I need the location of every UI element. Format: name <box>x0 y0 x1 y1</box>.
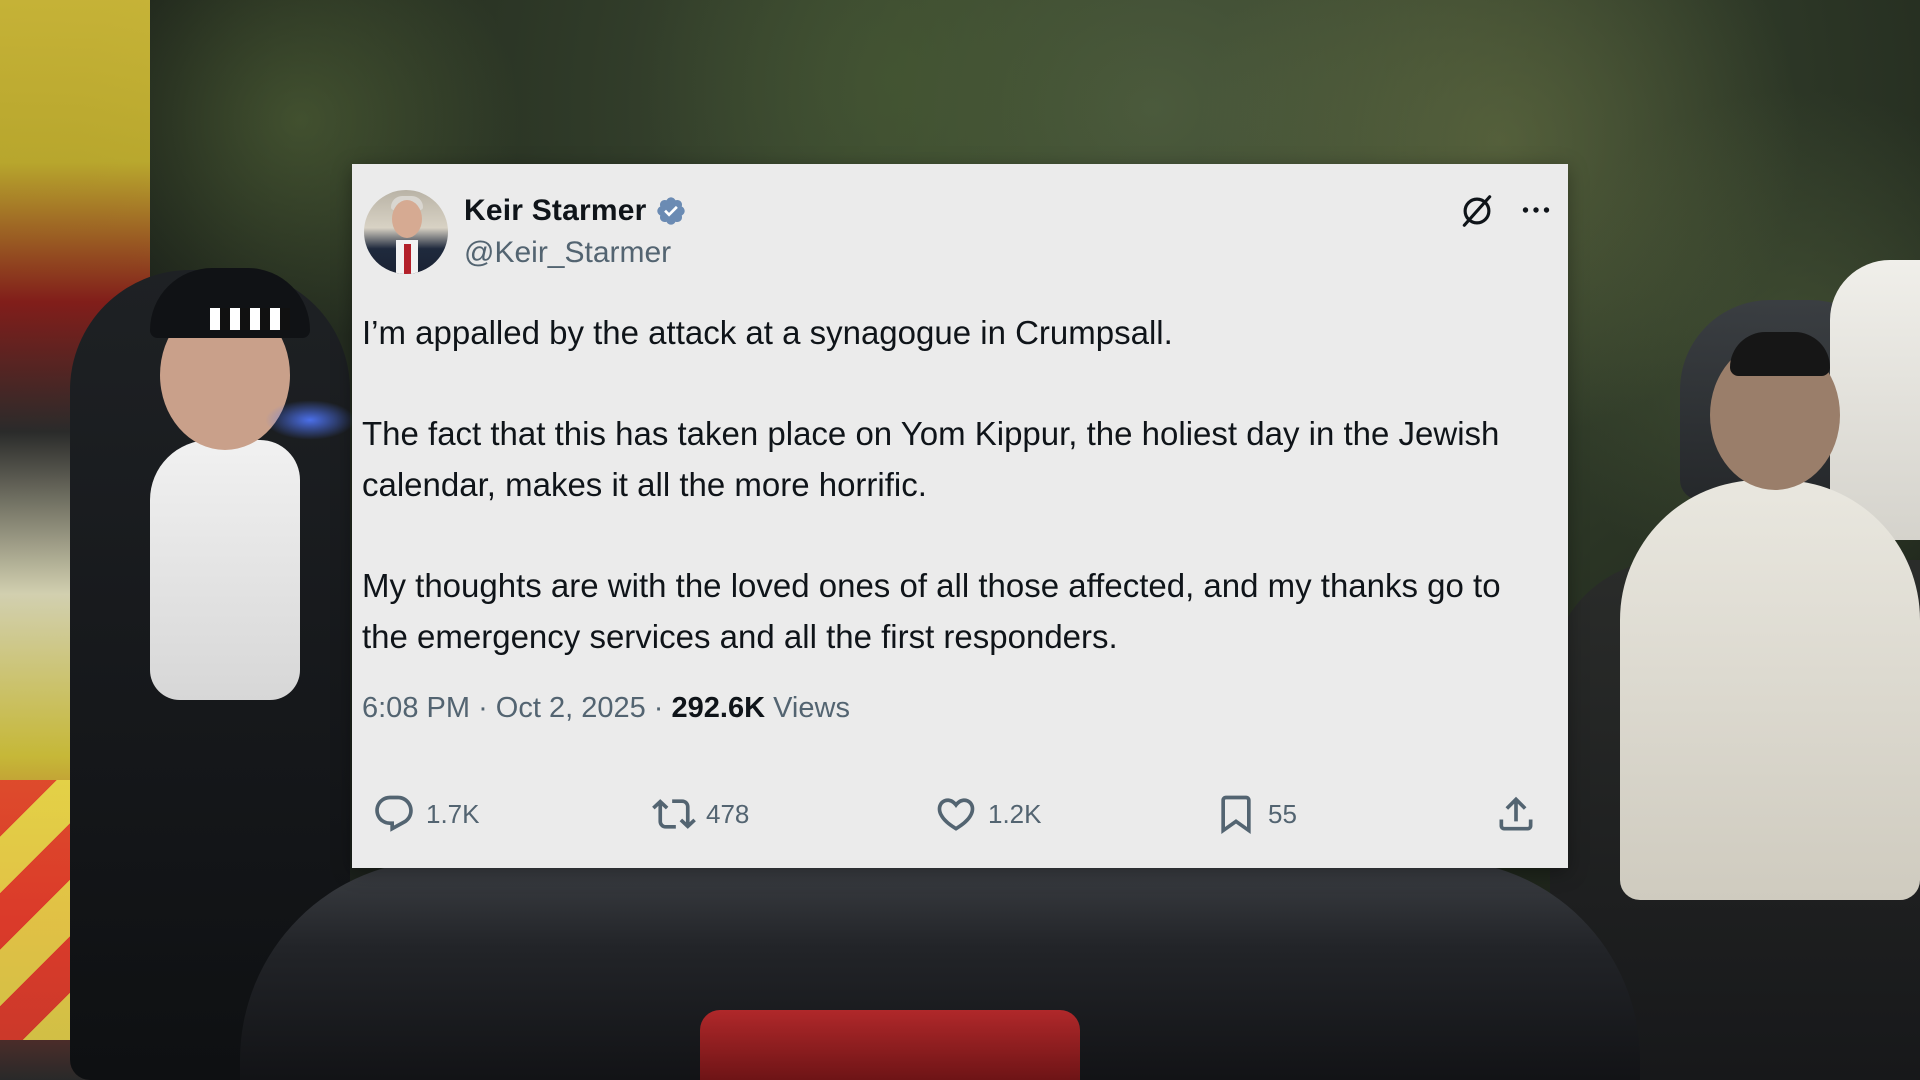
views-label: Views <box>773 692 850 724</box>
avatar-face <box>392 200 422 238</box>
grok-icon[interactable] <box>1458 192 1496 230</box>
tweet-meta: 6:08 PM · Oct 2, 2025 · 292.6K Views <box>362 692 850 725</box>
views-count: 292.6K <box>671 692 766 724</box>
tweet-text: I’m appalled by the attack at a synagogu… <box>362 307 1552 662</box>
background-car-taillight <box>700 1010 1080 1080</box>
background-officer-shirt <box>150 440 300 700</box>
reply-icon <box>375 795 413 832</box>
tweet-paragraph: The fact that this has taken place on Yo… <box>362 415 1500 503</box>
author-display-name[interactable]: Keir Starmer <box>464 194 647 228</box>
tweet-card: Keir Starmer @Keir_Starmer I’m appalled … <box>352 164 1568 868</box>
share-button[interactable] <box>1494 792 1548 836</box>
bookmark-icon <box>1221 795 1251 835</box>
avatar-tie <box>404 244 411 274</box>
reply-button[interactable]: 1.7K <box>372 792 480 836</box>
meta-separator: · <box>478 692 488 724</box>
tweet-date[interactable]: Oct 2, 2025 <box>496 692 646 724</box>
tweet-actions: 1.7K 478 1.2K 55 <box>372 792 1552 852</box>
author-handle[interactable]: @Keir_Starmer <box>464 236 671 270</box>
like-count: 1.2K <box>988 798 1042 829</box>
retweet-button[interactable]: 478 <box>652 792 749 836</box>
verified-badge-icon <box>656 197 685 225</box>
background-photo: Keir Starmer @Keir_Starmer I’m appalled … <box>0 0 1920 1080</box>
background-officer-cap-band <box>210 308 290 330</box>
background-blue-light <box>265 400 355 440</box>
bookmark-count: 55 <box>1268 798 1297 829</box>
tweet-paragraph: I’m appalled by the attack at a synagogu… <box>362 314 1173 351</box>
background-kippah <box>1730 332 1830 376</box>
avatar[interactable] <box>364 190 448 274</box>
author-name-row: Keir Starmer <box>464 194 687 228</box>
background-person-cream <box>1620 480 1920 900</box>
retweet-count: 478 <box>706 798 750 829</box>
share-icon <box>1499 796 1533 831</box>
tweet-time[interactable]: 6:08 PM <box>362 692 470 724</box>
bookmark-button[interactable]: 55 <box>1214 792 1297 836</box>
like-button[interactable]: 1.2K <box>934 792 1042 836</box>
retweet-icon <box>652 799 696 829</box>
more-options-icon[interactable] <box>1518 192 1554 228</box>
tweet-paragraph: My thoughts are with the loved ones of a… <box>362 567 1501 655</box>
heart-icon <box>937 798 975 831</box>
meta-separator: · <box>653 692 664 724</box>
reply-count: 1.7K <box>426 798 480 829</box>
